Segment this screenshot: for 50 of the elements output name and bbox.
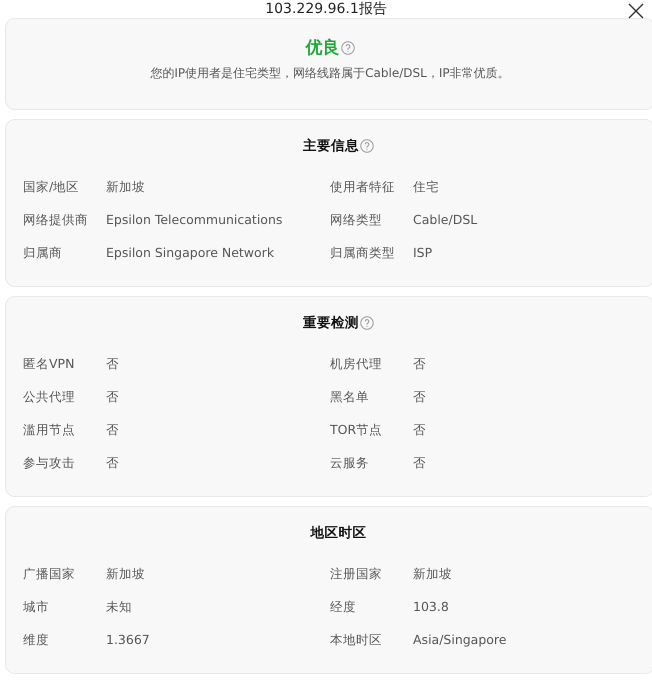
field-label: 使用者特征 [330, 178, 396, 196]
section-title: 重要检测 [303, 314, 359, 332]
field-label: 网络提供商 [23, 211, 89, 229]
field-value: 新加坡 [413, 565, 453, 583]
field-value: 否 [106, 388, 120, 406]
field-label: 公共代理 [23, 388, 76, 406]
field-value: 否 [106, 421, 120, 439]
field-label: 云服务 [330, 454, 370, 472]
field-value: 新加坡 [106, 565, 146, 583]
field-label: 归属商 [23, 244, 63, 262]
field-label: TOR节点 [330, 421, 384, 439]
field-label: 注册国家 [330, 565, 383, 583]
field-label: 广播国家 [23, 565, 76, 583]
field-label: 国家/地区 [23, 178, 80, 196]
field-value: Cable/DSL [413, 211, 478, 229]
help-icon[interactable] [340, 41, 354, 55]
section-title: 主要信息 [303, 137, 359, 155]
field-value: Epsilon Telecommunications [106, 211, 284, 229]
field-value: 103.8 [413, 598, 450, 616]
field-value: 否 [106, 454, 120, 472]
field-label: 匿名VPN [23, 355, 76, 373]
field-value: 住宅 [413, 178, 440, 196]
field-label: 归属商类型 [330, 244, 396, 262]
field-label: 滥用节点 [23, 421, 76, 439]
field-label: 城市 [23, 598, 50, 616]
field-value: 否 [106, 355, 120, 373]
field-value: 1.3667 [106, 631, 151, 649]
field-label: 机房代理 [330, 355, 383, 373]
section-title: 地区时区 [310, 524, 366, 542]
field-label: 参与攻击 [23, 454, 76, 472]
dialog-title: 103.229.96.1报告 [265, 0, 387, 18]
help-icon[interactable] [360, 139, 374, 153]
rating-text: 优良 [306, 37, 340, 59]
summary-description: 您的IP使用者是住宅类型，网络线路属于Cable/DSL，IP非常优质。 [150, 65, 510, 82]
help-icon[interactable] [360, 316, 374, 330]
close-icon[interactable] [628, 3, 644, 19]
field-label: 经度 [330, 598, 357, 616]
field-value: 未知 [106, 598, 133, 616]
field-value: Epsilon Singapore Network [106, 244, 276, 262]
field-value: 新加坡 [106, 178, 146, 196]
field-value: ISP [413, 244, 434, 262]
field-value: 否 [413, 421, 427, 439]
field-label: 本地时区 [330, 631, 383, 649]
field-value: 否 [413, 388, 427, 406]
field-value: Asia/Singapore [413, 631, 508, 649]
field-value: 否 [413, 454, 427, 472]
field-value: 否 [413, 355, 427, 373]
field-label: 黑名单 [330, 388, 370, 406]
field-label: 网络类型 [330, 211, 383, 229]
field-label: 维度 [23, 631, 50, 649]
